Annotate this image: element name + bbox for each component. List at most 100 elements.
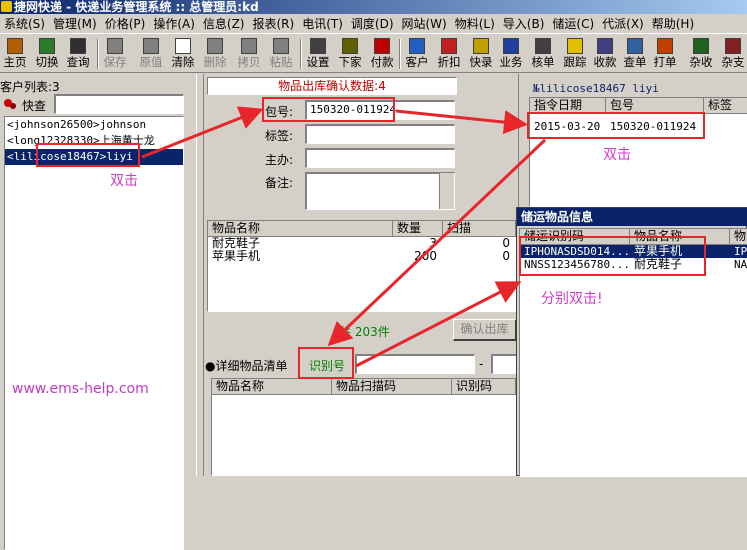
menu-item-10[interactable]: 导入(B) xyxy=(499,14,549,33)
table-row[interactable]: 耐克鞋子 3 0 xyxy=(208,237,516,250)
menu-item-12[interactable]: 代派(X) xyxy=(598,14,648,33)
column-header[interactable]: 指令日期 xyxy=(530,98,606,113)
toolbar-button-9[interactable]: 设置 xyxy=(303,37,333,71)
toolbar-button-19[interactable]: 查单 xyxy=(620,37,650,71)
menu-item-11[interactable]: 储运(C) xyxy=(548,14,598,33)
toolbar-button-15[interactable]: 业务 xyxy=(496,37,526,71)
goods-grid[interactable]: 物品名称 数量 扫描 耐克鞋子 3 0 苹果手机 200 0 xyxy=(207,220,517,312)
toolbar-button-2[interactable]: 查询 xyxy=(63,37,93,71)
annotation-box-customer xyxy=(36,143,140,167)
toolbar-button-20[interactable]: 打单 xyxy=(650,37,680,71)
quick-search-icon xyxy=(2,96,18,112)
menu-item-0[interactable]: 系统(S) xyxy=(0,14,49,33)
discount-icon xyxy=(441,38,457,54)
table-cell: 苹果手机 xyxy=(212,250,261,263)
toolbar-button-label: 客户 xyxy=(405,55,429,69)
annotation-separate-double-click: 分别双击! xyxy=(541,291,603,307)
toolbar-button-12[interactable]: 客户 xyxy=(402,37,432,71)
menu-item-5[interactable]: 报表(R) xyxy=(248,14,298,33)
menu-item-9[interactable]: 物料(L) xyxy=(451,14,499,33)
check-order-icon xyxy=(535,38,551,54)
toolbar-button-21[interactable]: 杂收 xyxy=(686,37,716,71)
column-header[interactable]: 物品名称 xyxy=(208,221,393,236)
menu-item-1[interactable]: 管理(M) xyxy=(49,14,101,33)
menu-bar: 系统(S) 管理(M) 价格(P) 操作(A) 信息(Z) 报表(R) 电讯(T) 调度(D)… xyxy=(0,14,747,34)
handler-field[interactable] xyxy=(305,148,455,168)
settings-icon xyxy=(310,38,326,54)
column-header[interactable]: 标签 xyxy=(704,98,747,113)
delete-icon xyxy=(207,38,223,54)
business-icon xyxy=(503,38,519,54)
tag-label: 标签: xyxy=(265,129,294,143)
toolbar-button-22[interactable]: 杂支 xyxy=(718,37,747,71)
toolbar-button-label: 删除 xyxy=(203,55,227,69)
customer-list[interactable]: <johnson26500>johnson <long12328330>上海黄士龙… xyxy=(4,116,184,550)
print-icon xyxy=(657,38,673,54)
toolbar-button-16[interactable]: 核单 xyxy=(528,37,558,71)
toolbar-button-11[interactable]: 付款 xyxy=(367,37,397,71)
annotation-box-instruction xyxy=(527,112,705,139)
note-label: 备注: xyxy=(265,176,294,190)
toolbar-button-0[interactable]: 主页 xyxy=(0,37,30,71)
column-header[interactable]: 数量 xyxy=(393,221,443,236)
toolbar-button-label: 折扣 xyxy=(437,55,461,69)
column-header[interactable]: 物品名称 xyxy=(212,379,332,394)
toolbar-button-10[interactable]: 下家 xyxy=(335,37,365,71)
payment-icon xyxy=(374,38,390,54)
paste-icon xyxy=(273,38,289,54)
column-header[interactable]: 扫描 xyxy=(443,221,516,236)
menu-item-6[interactable]: 电讯(T) xyxy=(298,14,347,33)
misc-income-icon xyxy=(693,38,709,54)
receive-payment-icon xyxy=(597,38,613,54)
annotation-double-click-1: 双击 xyxy=(110,173,138,189)
menu-item-7[interactable]: 调度(D) xyxy=(347,14,398,33)
note-scrollbar[interactable] xyxy=(439,173,454,209)
quick-search-input[interactable] xyxy=(54,94,184,114)
toolbar-button-4[interactable]: 原值 xyxy=(136,37,166,71)
toolbar-button-14[interactable]: 快录 xyxy=(466,37,496,71)
watermark-url: www.ems-help.com xyxy=(12,381,149,397)
toolbar-button-label: 核单 xyxy=(531,55,555,69)
menu-item-4[interactable]: 信息(Z) xyxy=(199,14,249,33)
column-header[interactable]: 物品扫描码 xyxy=(332,379,452,394)
toolbar-button-label: 业务 xyxy=(499,55,523,69)
toolbar-button-18[interactable]: 收款 xyxy=(590,37,620,71)
menu-item-13[interactable]: 帮助(H) xyxy=(648,14,698,33)
toolbar-button-17[interactable]: 跟踪 xyxy=(560,37,590,71)
toolbar-separator xyxy=(97,39,99,69)
toolbar-button-7[interactable]: 拷贝 xyxy=(234,37,264,71)
left-splitter[interactable] xyxy=(196,74,204,476)
table-cell: IP xyxy=(734,245,747,258)
toolbar-button-label: 杂收 xyxy=(689,55,713,69)
table-row[interactable]: 苹果手机 200 0 xyxy=(208,250,516,263)
note-field[interactable] xyxy=(305,172,455,210)
window-title: 捷网快递 - 快递业务管理系统 :: 总管理员:kd xyxy=(14,0,259,14)
toolbar-button-5[interactable]: 清除 xyxy=(168,37,198,71)
toolbar: 主页 切换 查询 保存 原值 清除 删除 拷贝 粘贴 设置 下家 付款 客户 折扣 快录 业务 核单 跟踪 收款 查单… xyxy=(0,35,747,73)
menu-item-8[interactable]: 网站(W) xyxy=(398,14,451,33)
toolbar-button-label: 收款 xyxy=(593,55,617,69)
menu-item-3[interactable]: 操作(A) xyxy=(149,14,199,33)
column-header[interactable]: 包号 xyxy=(606,98,704,113)
confirm-outbound-button[interactable]: 确认出库 xyxy=(453,319,517,341)
tag-field[interactable] xyxy=(305,124,455,144)
table-cell: 0 xyxy=(502,237,510,250)
toolbar-button-label: 切换 xyxy=(35,55,59,69)
toolbar-button-6[interactable]: 删除 xyxy=(200,37,230,71)
toolbar-button-13[interactable]: 折扣 xyxy=(434,37,464,71)
detail-goods-grid[interactable]: 物品名称 物品扫描码 识别码 xyxy=(211,378,517,476)
menu-item-2[interactable]: 价格(P) xyxy=(101,14,150,33)
toolbar-button-label: 打单 xyxy=(653,55,677,69)
toolbar-button-1[interactable]: 切换 xyxy=(32,37,62,71)
toolbar-button-3[interactable]: 保存 xyxy=(100,37,130,71)
customer-list-item[interactable]: <johnson26500>johnson xyxy=(5,117,183,133)
id-number-input-2[interactable] xyxy=(491,354,517,374)
toolbar-separator xyxy=(300,39,302,69)
annotation-box-package xyxy=(262,97,395,122)
column-header[interactable]: 识别码 xyxy=(452,379,516,394)
toolbar-button-label: 原值 xyxy=(139,55,163,69)
column-header[interactable]: 物 xyxy=(730,229,747,244)
app-icon xyxy=(1,1,12,12)
id-number-input[interactable] xyxy=(355,354,475,374)
toolbar-button-8[interactable]: 粘贴 xyxy=(266,37,296,71)
